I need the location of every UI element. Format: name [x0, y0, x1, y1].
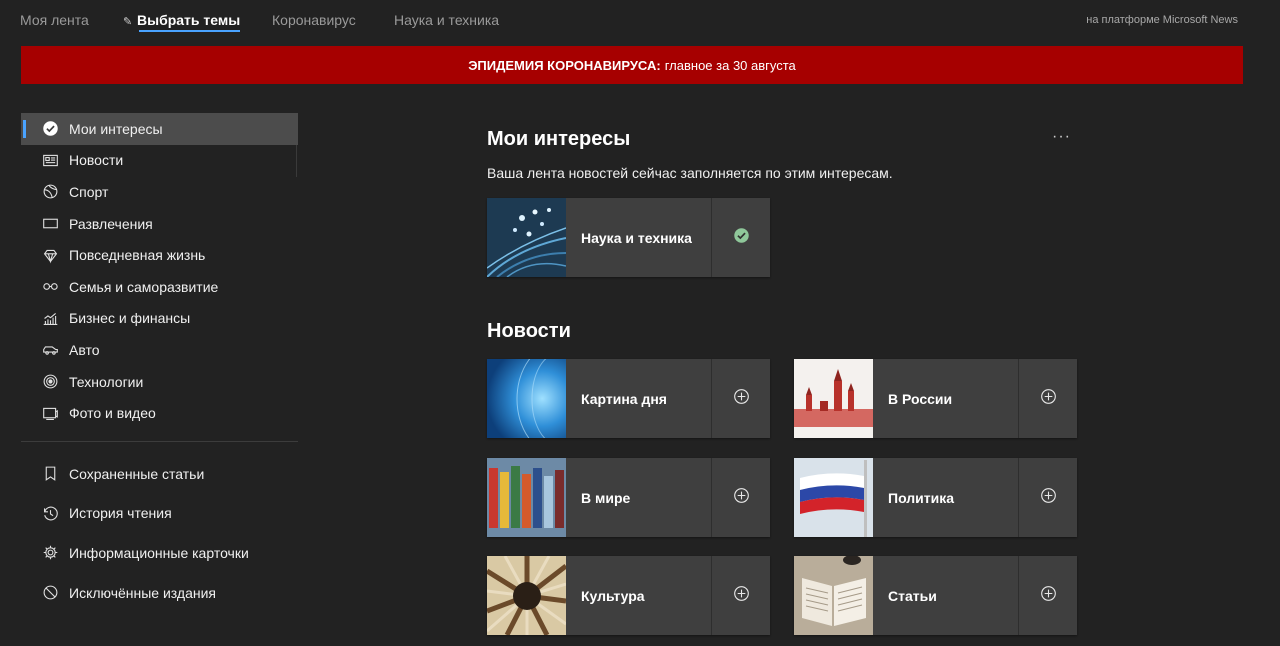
card-label: В России	[888, 390, 953, 407]
books-thumbnail	[487, 556, 566, 635]
pencil-icon: ✎	[123, 16, 133, 28]
tab-science-tech[interactable]: Наука и техника	[394, 12, 499, 28]
open-book-thumbnail	[794, 556, 873, 635]
tab-coronavirus[interactable]: Коронавирус	[272, 12, 356, 28]
plus-circle-icon	[1040, 388, 1057, 410]
news-card-politics[interactable]: Политика	[794, 458, 1077, 537]
news-card-russia[interactable]: В России	[794, 359, 1077, 438]
russian-flag-thumbnail	[794, 458, 873, 537]
add-topic-button[interactable]	[711, 359, 770, 438]
fiber-optics-thumbnail	[487, 198, 566, 277]
sidebar-divider	[21, 440, 298, 442]
newspaper-icon	[41, 151, 59, 169]
add-topic-button[interactable]	[1018, 359, 1077, 438]
tab-my-feed[interactable]: Моя лента	[20, 12, 89, 28]
plus-circle-icon	[1040, 487, 1057, 509]
sidebar-item-auto[interactable]: Авто	[21, 334, 298, 366]
sidebar-item-entertainment[interactable]: Развлечения	[21, 208, 298, 240]
sidebar-item-my-interests[interactable]: Мои интересы	[21, 113, 298, 145]
sidebar-item-lifestyle[interactable]: Повседневная жизнь	[21, 239, 298, 271]
top-nav: Моя лента ✎ Выбрать темы Коронавирус Наук…	[0, 0, 1280, 42]
news-card-picture-of-day[interactable]: Картина дня	[487, 359, 770, 438]
tech-icon	[41, 373, 59, 391]
chart-icon	[41, 309, 59, 327]
coronavirus-banner[interactable]: ЭПИДЕМИЯ КОРОНАВИРУСА: главное за 30 авг…	[21, 46, 1243, 84]
plus-circle-icon	[733, 487, 750, 509]
sidebar-scroll-line	[296, 145, 297, 177]
interests-subtitle: Ваша лента новостей сейчас заполняется п…	[487, 165, 893, 181]
sidebar-item-info-cards[interactable]: Информационные карточки	[21, 533, 298, 573]
card-label: Наука и техника	[581, 229, 692, 246]
check-circle-icon	[733, 227, 750, 249]
news-title: Новости	[487, 320, 571, 342]
photo-video-icon	[41, 404, 59, 422]
tab-choose-topics[interactable]: ✎ Выбрать темы	[123, 12, 241, 32]
sidebar-item-history[interactable]: История чтения	[21, 494, 298, 534]
plus-circle-icon	[733, 585, 750, 607]
kremlin-thumbnail	[794, 359, 873, 438]
active-tab-underline	[139, 30, 241, 32]
sidebar-item-sport[interactable]: Спорт	[21, 176, 298, 208]
more-options-button[interactable]: ···	[1052, 128, 1071, 146]
card-label: Картина дня	[581, 390, 667, 407]
screen-icon	[41, 215, 59, 233]
diamond-icon	[41, 246, 59, 264]
history-icon	[41, 504, 59, 522]
sidebar: Мои интересы Новости Спорт Развлечения П…	[21, 113, 298, 612]
block-icon	[41, 584, 59, 602]
car-icon	[41, 341, 59, 359]
sidebar-item-technology[interactable]: Технологии	[21, 366, 298, 398]
add-topic-button[interactable]	[1018, 556, 1077, 635]
sidebar-item-excluded[interactable]: Исключённые издания	[21, 573, 298, 613]
flags-thumbnail	[487, 458, 566, 537]
news-card-world[interactable]: В мире	[487, 458, 770, 537]
interest-card-science-tech[interactable]: Наука и техника	[487, 198, 770, 277]
selected-check-button[interactable]	[711, 198, 770, 277]
news-card-articles[interactable]: Статьи	[794, 556, 1077, 635]
add-topic-button[interactable]	[711, 556, 770, 635]
platform-label: на платформе Microsoft News	[1086, 14, 1238, 26]
gear-icon	[41, 544, 59, 562]
card-label: Политика	[888, 489, 955, 506]
bookmark-icon	[41, 465, 59, 483]
banner-text: главное за 30 августа	[664, 57, 796, 73]
banner-title: ЭПИДЕМИЯ КОРОНАВИРУСА:	[468, 57, 661, 73]
sidebar-item-photo-video[interactable]: Фото и видео	[21, 397, 298, 429]
sidebar-item-family[interactable]: Семья и саморазвитие	[21, 271, 298, 303]
sidebar-item-business[interactable]: Бизнес и финансы	[21, 303, 298, 335]
news-card-culture[interactable]: Культура	[487, 556, 770, 635]
card-label: В мире	[581, 489, 631, 506]
add-topic-button[interactable]	[1018, 458, 1077, 537]
blue-globe-thumbnail	[487, 359, 566, 438]
ball-icon	[41, 183, 59, 201]
card-label: Статьи	[888, 587, 937, 604]
plus-circle-icon	[733, 388, 750, 410]
add-topic-button[interactable]	[711, 458, 770, 537]
plus-circle-icon	[1040, 585, 1057, 607]
interests-title: Мои интересы	[487, 128, 631, 150]
sidebar-item-news[interactable]: Новости	[21, 145, 298, 177]
card-label: Культура	[581, 587, 645, 604]
sidebar-item-saved[interactable]: Сохраненные статьи	[21, 454, 298, 494]
check-circle-icon	[41, 120, 59, 138]
glasses-icon	[41, 278, 59, 296]
